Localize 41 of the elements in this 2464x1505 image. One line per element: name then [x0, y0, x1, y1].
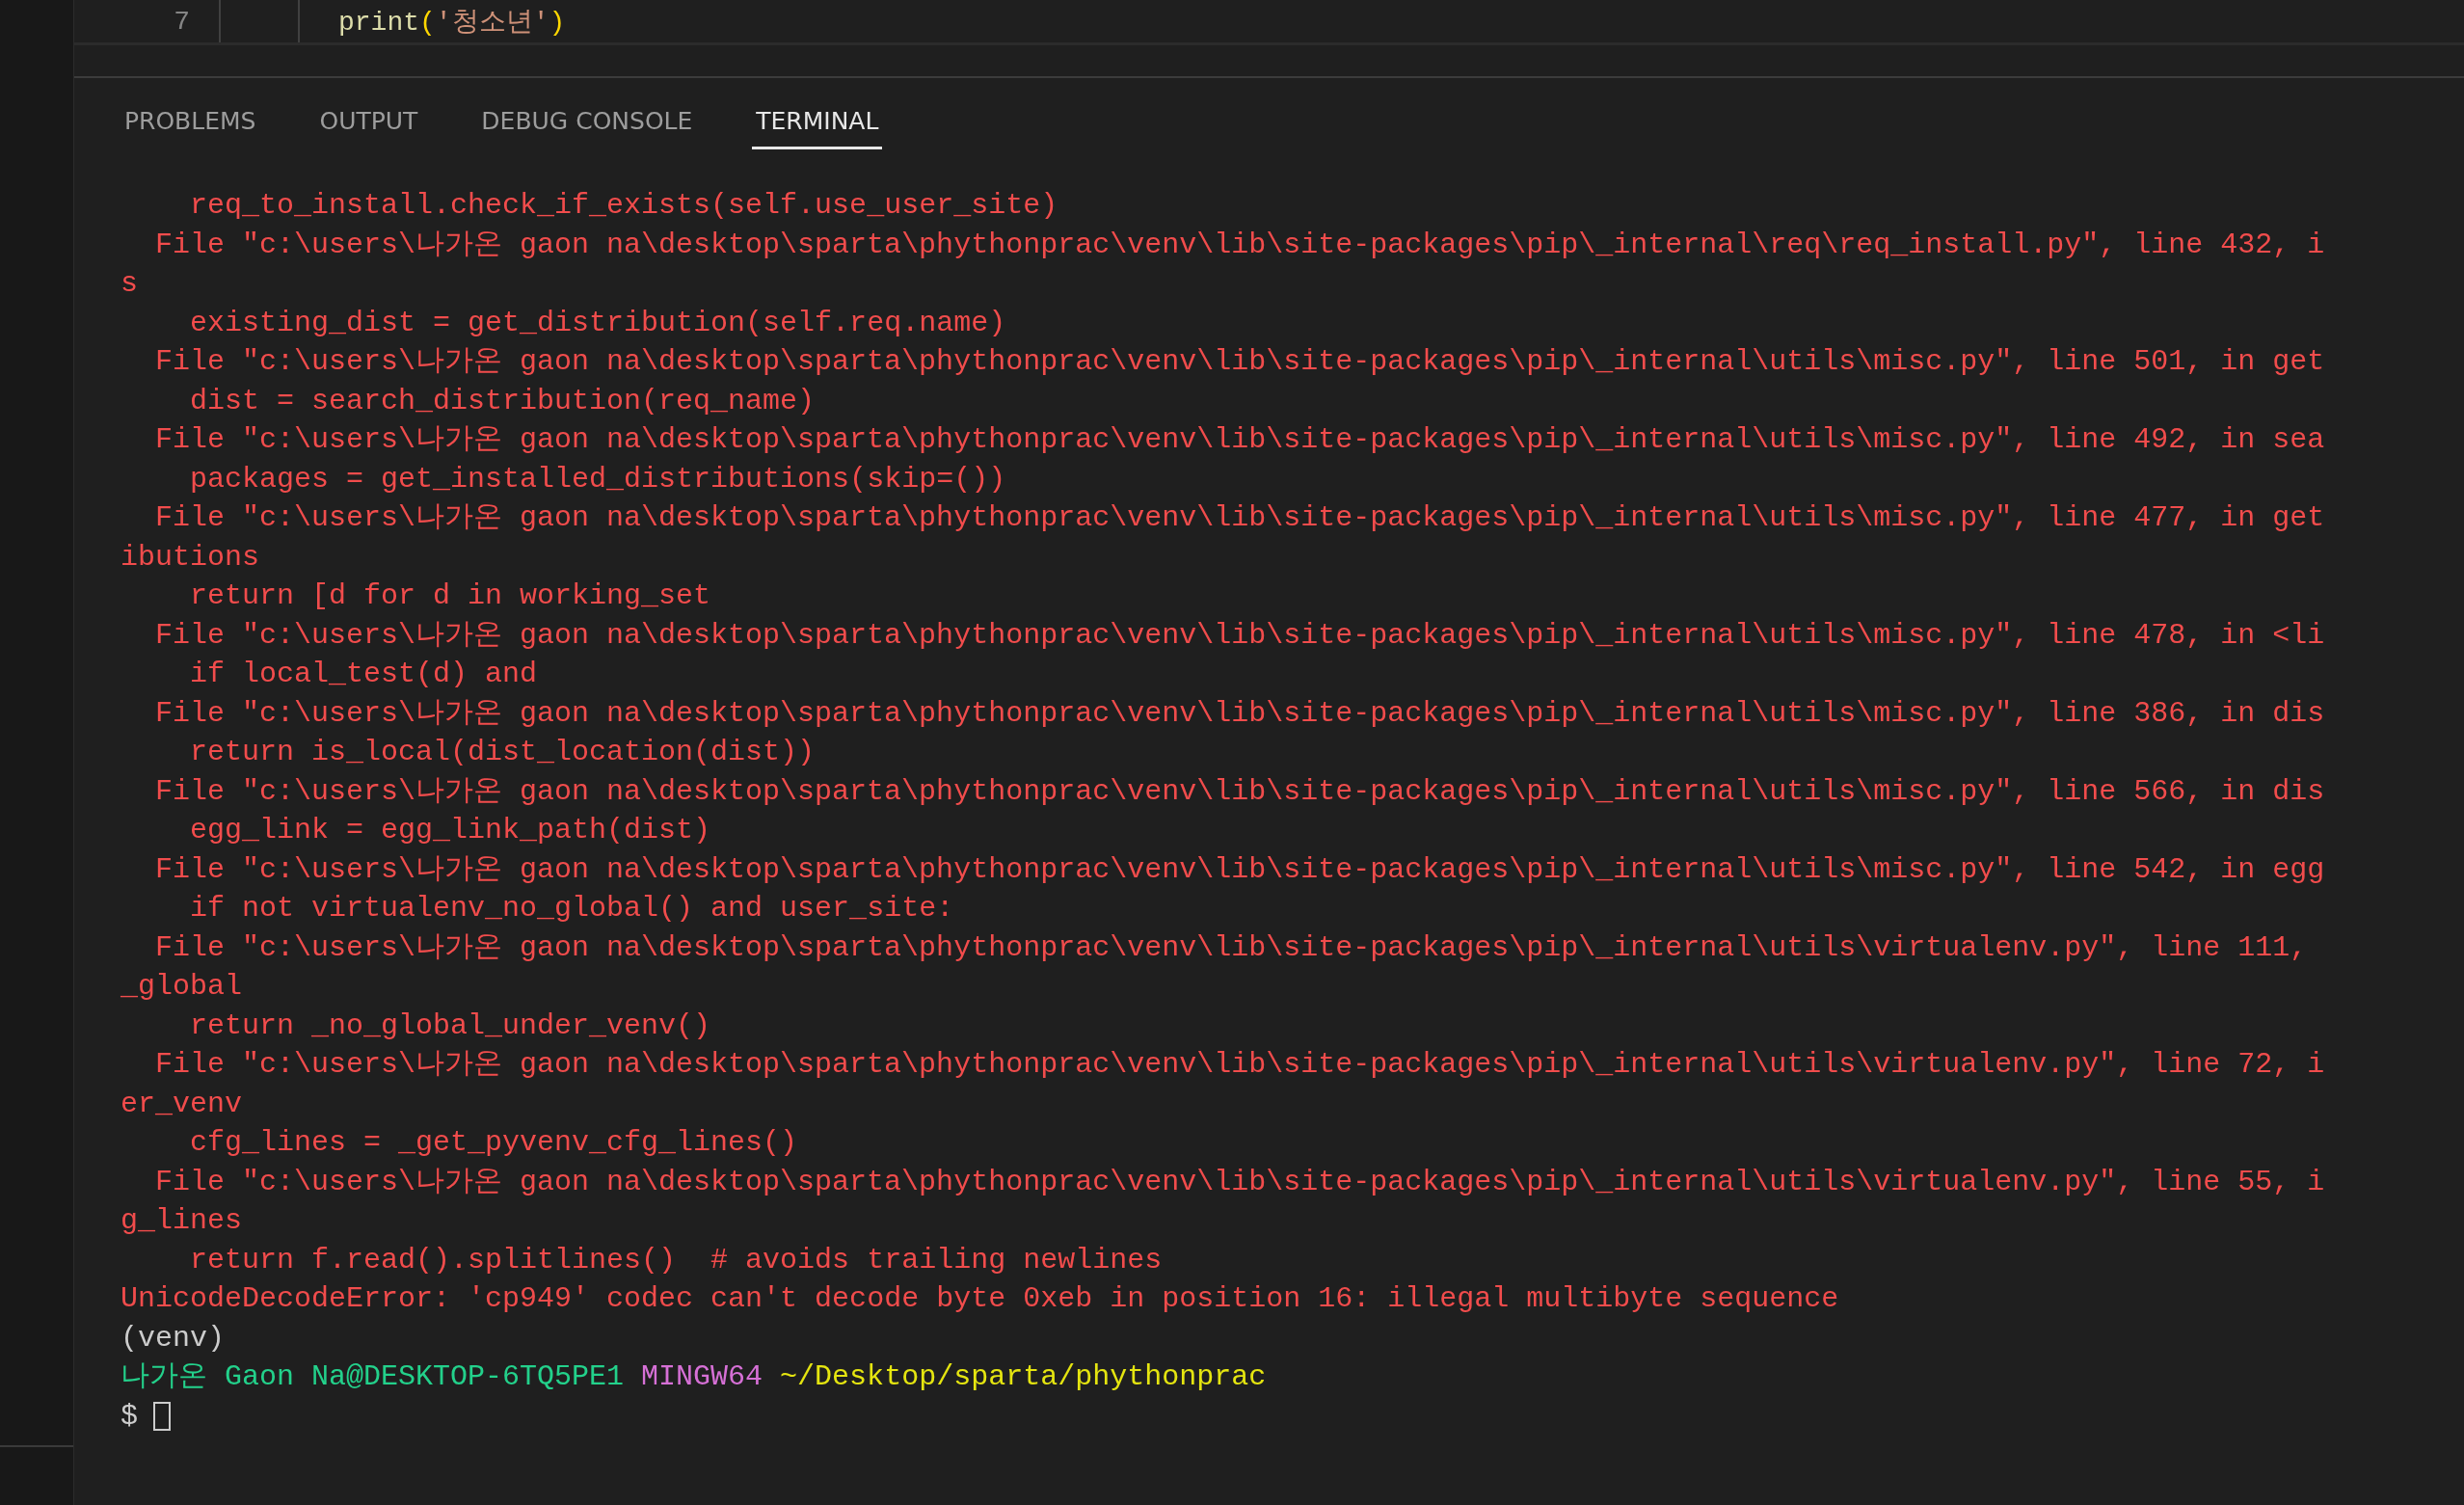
terminal-line: if not virtualenv_no_global() and user_site: [189, 891, 954, 927]
terminal-line: File "c:\users\나가온 gaon na\desktop\sparta\phythonprac\venv\lib\site-packages\pip\_internal\utils\misc.py", line 542, in egg [154, 851, 2325, 888]
terminal-line: File "c:\users\나가온 gaon na\desktop\sparta\phythonprac\venv\lib\site-packages\pip\_internal\utils\virtualenv.py", line 55, i [154, 1164, 2325, 1200]
terminal-line: req_to_install.check_if_exists(self.use_user_site) [189, 188, 1058, 224]
terminal-line: cfg_lines = _get_pyvenv_cfg_lines() [189, 1125, 798, 1161]
terminal-line: File "c:\users\나가온 gaon na\desktop\sparta\phythonprac\venv\lib\site-packages\pip\_internal\utils\misc.py", line 492, in sea [154, 422, 2325, 458]
terminal-line: File "c:\users\나가온 gaon na\desktop\sparta\phythonprac\venv\lib\site-packages\pip\_internal\utils\misc.py", line 501, in get [154, 344, 2325, 380]
terminal-line: return _no_global_under_venv() [189, 1008, 711, 1044]
panel-tab[interactable]: OUTPUT [315, 94, 422, 149]
terminal-line: File "c:\users\나가온 gaon na\desktop\sparta\phythonprac\venv\lib\site-packages\pip\_internal\utils\misc.py", line 478, in <li [154, 617, 2325, 654]
cursor [153, 1401, 171, 1431]
terminal-line: File "c:\users\나가온 gaon na\desktop\sparta\phythonprac\venv\lib\site-packages\pip\_internal\req\req_install.py", line 432, i [154, 227, 2325, 263]
prompt-text: MINGW64 [641, 1359, 763, 1395]
terminal-line: ibutions [121, 539, 260, 576]
terminal-line: UnicodeDecodeError: 'cp949' codec can't decode byte 0xeb in position 16: illegal multibyte sequence [121, 1281, 1839, 1317]
terminal-line: dist = search_distribution(req_name) [189, 383, 816, 419]
terminal-line: egg_link = egg_link_path(dist) [189, 813, 711, 848]
code-line: print('청소년') [338, 7, 566, 40]
terminal-line: existing_dist = get_distribution(self.req.name) [189, 305, 1006, 341]
terminal-line: packages = get_installed_distributions(skip=()) [189, 461, 1006, 497]
terminal-line: g_lines [121, 1203, 243, 1239]
terminal-line: er_venv [121, 1086, 243, 1122]
terminal-line: return [d for d in working_set [189, 578, 711, 614]
terminal-line: if local_test(d) and [189, 657, 538, 692]
terminal-line: File "c:\users\나가온 gaon na\desktop\sparta\phythonprac\venv\lib\site-packages\pip\_internal\utils\misc.py", line 386, in dis [154, 695, 2325, 732]
prompt-text: 나가온 Gaon Na@DESKTOP-6TQ5PE1 [121, 1359, 625, 1395]
terminal-line: return f.read().splitlines() # avoids trailing newlines [189, 1242, 1163, 1278]
terminal-line: (venv) [121, 1320, 226, 1357]
terminal-line: File "c:\users\나가온 gaon na\desktop\sparta\phythonprac\venv\lib\site-packages\pip\_internal\utils\virtualenv.py", line 72, i [154, 1047, 2325, 1083]
terminal-line: File "c:\users\나가온 gaon na\desktop\sparta\phythonprac\venv\lib\site-packages\pip\_internal\utils\misc.py", line 566, in dis [154, 773, 2325, 810]
prompt-symbol: $ [121, 1398, 138, 1435]
terminal-line: File "c:\users\나가온 gaon na\desktop\sparta\phythonprac\venv\lib\site-packages\pip\_internal\utils\misc.py", line 477, in get [154, 500, 2325, 536]
terminal-line: _global [121, 969, 243, 1005]
panel-tab[interactable]: PROBLEMS [121, 94, 260, 149]
panel-tab[interactable]: TERMINAL [752, 94, 883, 149]
terminal-line: s [121, 266, 138, 302]
line-number: 7 [173, 6, 191, 37]
terminal-line: File "c:\users\나가온 gaon na\desktop\sparta\phythonprac\venv\lib\site-packages\pip\_internal\utils\virtualenv.py", line 111, [154, 929, 2308, 966]
prompt-text: ~/Desktop/sparta/phythonprac [780, 1359, 1267, 1395]
panel-tab[interactable]: DEBUG CONSOLE [477, 94, 697, 149]
terminal-line: return is_local(dist_location(dist)) [189, 735, 816, 770]
